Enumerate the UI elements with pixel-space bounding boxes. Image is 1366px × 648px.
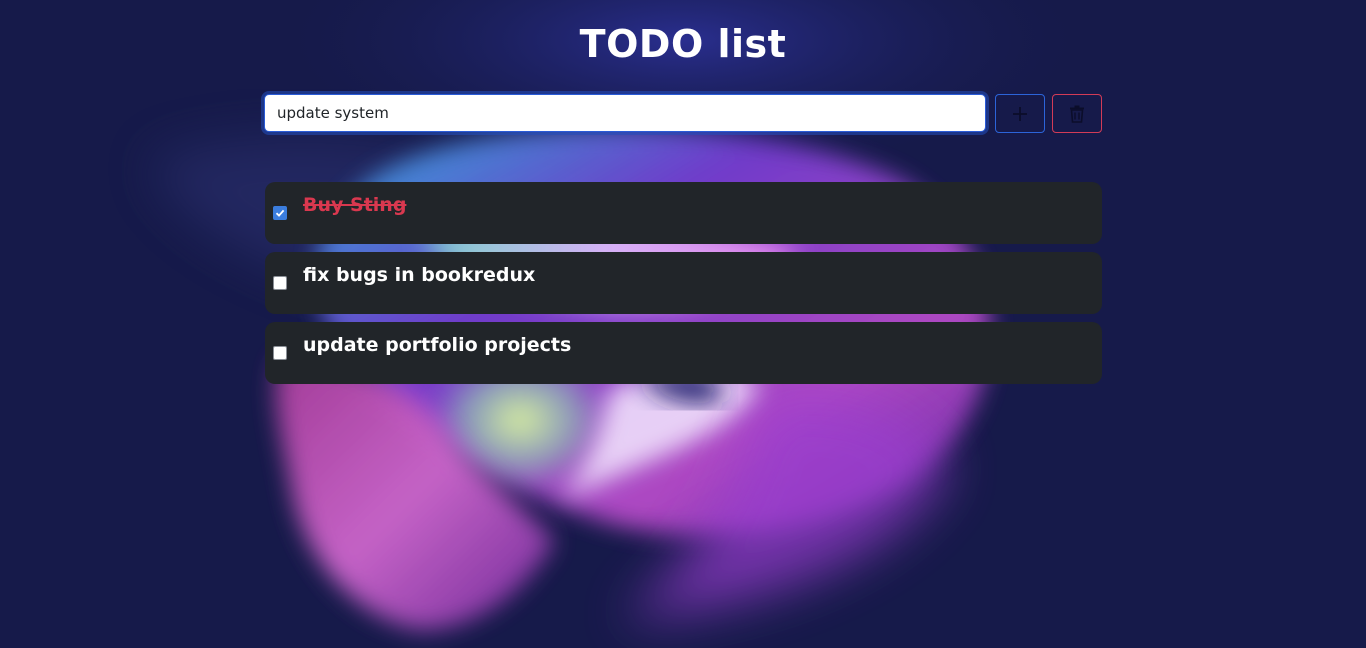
- todo-label: fix bugs in bookredux: [303, 264, 536, 286]
- todo-app: TODO list update system Buy Sting fix bu…: [0, 0, 1366, 648]
- todo-list: Buy Sting fix bugs in bookredux update p…: [265, 182, 1102, 392]
- plus-icon: [1011, 105, 1029, 123]
- todo-checkbox[interactable]: [273, 206, 287, 220]
- add-task-button[interactable]: [995, 94, 1045, 133]
- todo-checkbox[interactable]: [273, 276, 287, 290]
- todo-checkbox[interactable]: [273, 346, 287, 360]
- delete-all-button[interactable]: [1052, 94, 1102, 133]
- todo-label: Buy Sting: [303, 194, 407, 216]
- todo-item: fix bugs in bookredux: [265, 252, 1102, 314]
- page-title: TODO list: [579, 22, 787, 66]
- add-task-form: [264, 94, 1102, 134]
- checkmark-icon: [275, 209, 285, 217]
- todo-label: update portfolio projects: [303, 334, 572, 356]
- todo-item: update portfolio projects: [265, 322, 1102, 384]
- trash-icon: [1069, 105, 1085, 123]
- todo-item: Buy Sting: [265, 182, 1102, 244]
- task-input[interactable]: [264, 94, 986, 132]
